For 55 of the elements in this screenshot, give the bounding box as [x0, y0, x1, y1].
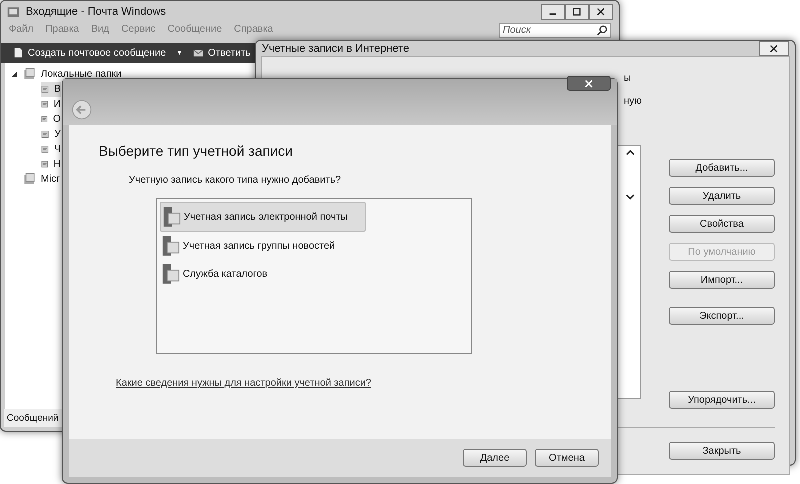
folder-item[interactable]: Ч [41, 142, 61, 157]
account-type-option[interactable]: Учетная запись группы новостей [160, 232, 364, 260]
folder-icon [23, 173, 36, 186]
account-button[interactable]: Упорядочить... [669, 391, 775, 409]
account-type-option[interactable]: Учетная запись электронной почты [160, 202, 366, 232]
account-button[interactable]: Удалить [669, 187, 775, 205]
folder-item[interactable]: О [41, 112, 61, 127]
minimize-button[interactable] [541, 4, 565, 20]
folder-icon [41, 128, 50, 141]
folder-label[interactable]: Локальные папки [41, 69, 122, 80]
account-button[interactable]: Свойства [669, 215, 775, 233]
folder-icon [23, 68, 36, 81]
search-icon [597, 25, 608, 36]
scroll-down-icon[interactable] [626, 194, 635, 200]
account-button[interactable]: Импорт... [669, 271, 775, 289]
question-text: Учетную запись какого типа нужно добавить? [129, 175, 342, 186]
close-icon [585, 80, 593, 88]
text-fragment: ную [624, 96, 642, 107]
close-button[interactable] [589, 4, 613, 20]
folder-item[interactable]: И [41, 97, 61, 112]
account-button[interactable]: Добавить... [669, 159, 775, 177]
close-button[interactable] [759, 41, 789, 56]
folder-item[interactable]: Н [41, 157, 61, 172]
window-title: Входящие - Почта Windows [26, 6, 166, 18]
folder-icon [41, 83, 50, 96]
folder-icon [41, 143, 50, 156]
window-title: Учетные записи в Интернете [262, 42, 410, 54]
dialog-heading: Выберите тип учетной записи [99, 143, 294, 159]
server-icon [162, 234, 180, 258]
account-button[interactable]: Экспорт... [669, 307, 775, 325]
folder-icon [41, 98, 49, 111]
maximize-button[interactable] [565, 4, 589, 20]
account-type-option[interactable]: Служба каталогов [160, 260, 364, 288]
dialog-button[interactable]: Далее [463, 449, 527, 467]
server-icon [163, 205, 181, 229]
mail-app-icon [7, 5, 21, 19]
expand-arrow-icon[interactable] [11, 71, 18, 78]
scroll-up-icon[interactable] [626, 150, 635, 156]
close-icon [597, 8, 605, 16]
server-icon [162, 262, 180, 286]
text-fragment: ы [624, 73, 632, 84]
reply-button[interactable]: Ответить [191, 47, 253, 59]
dialog-button[interactable]: Отмена [535, 449, 599, 467]
close-button[interactable] [567, 76, 611, 91]
folder-item[interactable]: В [41, 82, 61, 97]
maximize-icon [573, 8, 581, 16]
folder-item[interactable]: У [41, 127, 61, 142]
folder-label[interactable]: Micr [41, 174, 60, 185]
document-icon [13, 47, 24, 59]
help-link[interactable]: Какие сведения нужны для настройки учетной записи? [116, 378, 581, 389]
search-field[interactable]: Поиск [499, 23, 611, 38]
close-icon [770, 44, 778, 52]
new-message-button[interactable]: Создать почтовое сообщение [11, 47, 168, 59]
close-window-button[interactable]: Закрыть [669, 442, 775, 460]
envelope-icon [193, 47, 204, 59]
